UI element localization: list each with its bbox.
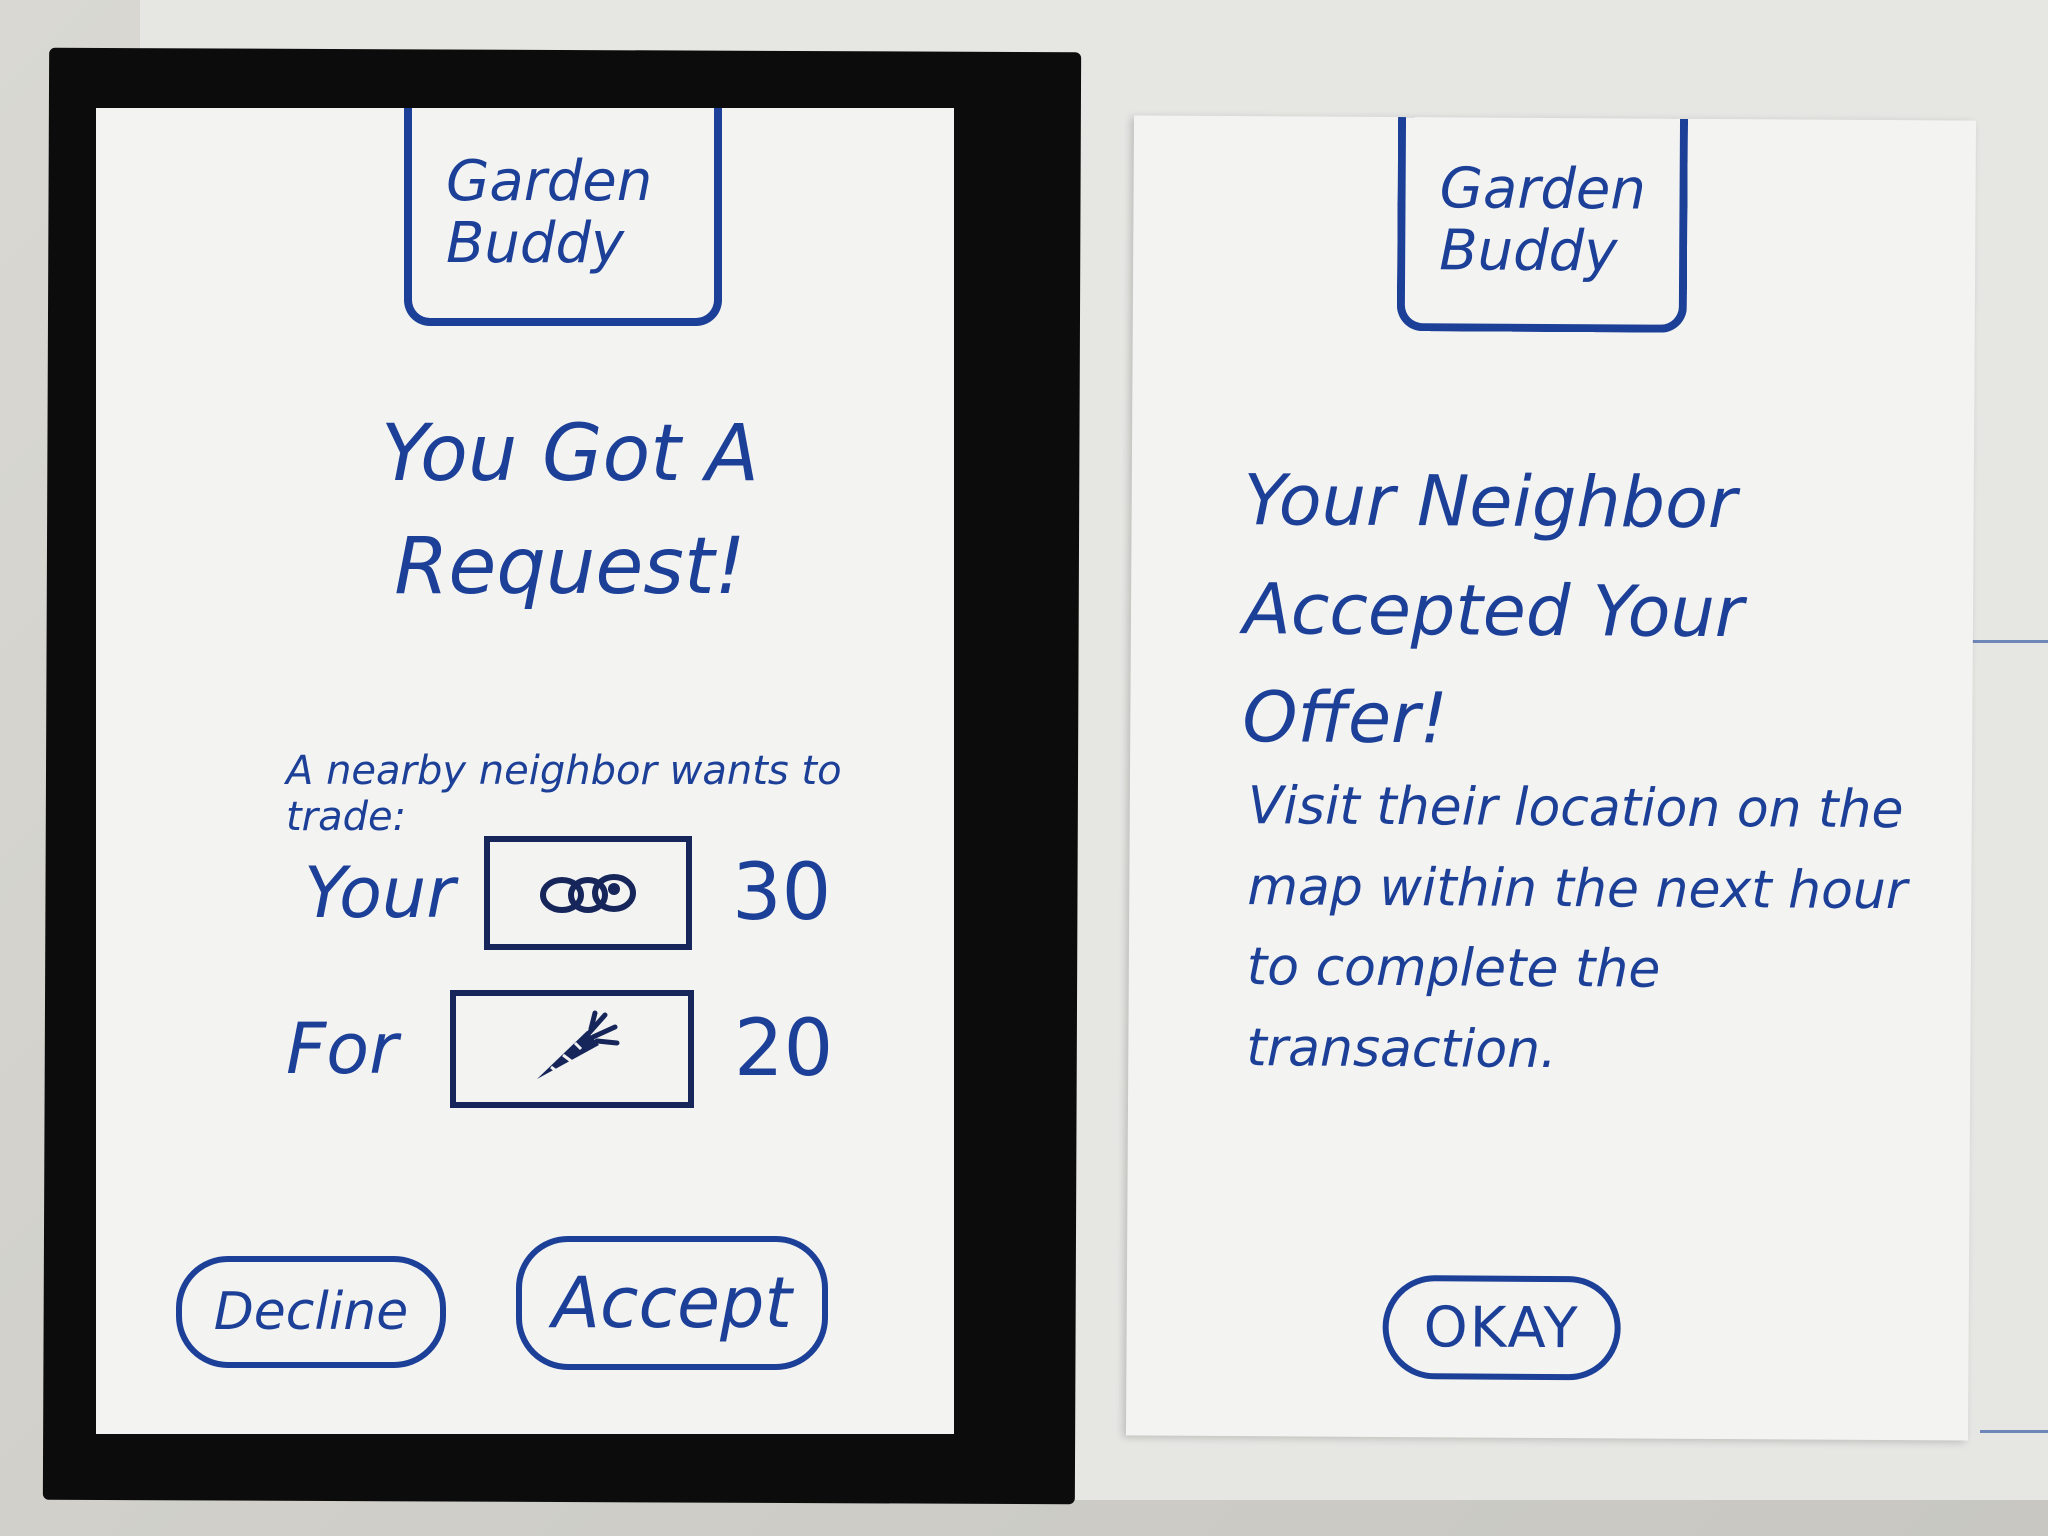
- request-screen: Garden Buddy You Got A Request! A nearby…: [96, 108, 954, 1434]
- trade-get-label: For: [286, 1008, 398, 1090]
- seeds-icon: [540, 874, 636, 913]
- app-logo: Garden Buddy: [404, 108, 722, 326]
- accept-button[interactable]: Accept: [516, 1236, 828, 1370]
- trade-give-label: Your: [304, 852, 456, 934]
- app-logo: Garden Buddy: [1396, 117, 1689, 333]
- trade-give-item: [484, 836, 692, 950]
- desk-line: [1980, 1430, 2048, 1433]
- trade-give-quantity: 30: [732, 848, 832, 938]
- trade-give-row: Your 30: [304, 836, 831, 950]
- accepted-title: Your Neighbor Accepted Your Offer!: [1242, 459, 1744, 760]
- request-title: You Got A Request!: [381, 409, 759, 613]
- request-subtitle: A nearby neighbor wants to trade:: [286, 748, 842, 840]
- accepted-message: Visit their location on the map within t…: [1246, 776, 1908, 1080]
- accepted-screen: Garden Buddy Your Neighbor Accepted Your…: [1125, 115, 1977, 1441]
- carrot-icon: [537, 1010, 620, 1079]
- decline-button[interactable]: Decline: [176, 1256, 446, 1368]
- okay-button[interactable]: OKAY: [1382, 1274, 1621, 1381]
- trade-get-item: [450, 990, 694, 1108]
- trade-get-quantity: 20: [734, 1004, 834, 1094]
- trade-get-row: For 20: [286, 990, 833, 1108]
